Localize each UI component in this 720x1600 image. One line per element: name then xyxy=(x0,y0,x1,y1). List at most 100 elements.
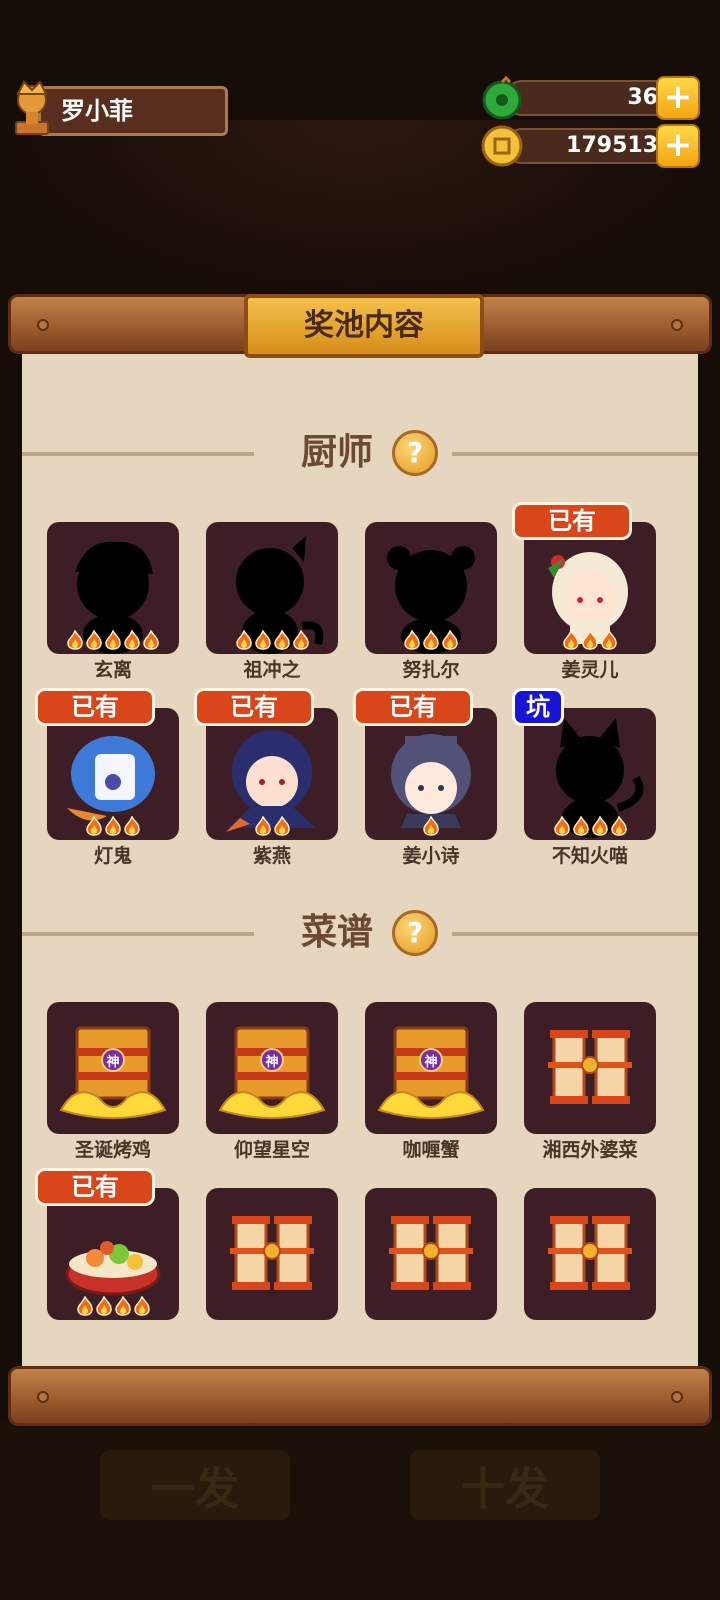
player-info[interactable]: 罗小菲 xyxy=(4,78,228,138)
single-draw-button-dimmed: 一发 xyxy=(100,1450,290,1520)
flame-star-icon xyxy=(610,816,627,836)
star-rating xyxy=(47,630,179,650)
flame-star-icon xyxy=(601,630,617,650)
recipe-card[interactable] xyxy=(365,1188,497,1320)
jade-icon xyxy=(482,76,522,120)
owned-badge: 已有 xyxy=(512,502,632,540)
card-frame xyxy=(365,1188,497,1320)
flame-star-icon xyxy=(86,816,102,836)
flame-star-icon xyxy=(273,630,290,650)
card-name: 姜小诗 xyxy=(402,845,460,867)
flame-star-icon xyxy=(423,816,439,836)
recipe-card[interactable]: 神咖喱蟹 xyxy=(365,1002,497,1161)
card-frame xyxy=(47,522,179,654)
recipe-card[interactable] xyxy=(206,1188,338,1320)
add-coin-button[interactable]: + xyxy=(656,124,700,168)
card-name: 咖喱蟹 xyxy=(402,1139,460,1161)
player-trophy-icon xyxy=(15,80,49,135)
scroll-rod-bottom xyxy=(8,1366,712,1426)
card-name: 湘西外婆菜 xyxy=(542,1139,638,1161)
recipe-card[interactable]: 神圣诞烤鸡 xyxy=(47,1002,179,1161)
chef-card[interactable]: 灯鬼 已有 xyxy=(35,688,179,867)
chef-section-title: 厨师 xyxy=(300,432,373,473)
star-rating xyxy=(206,630,338,650)
chef-card[interactable]: 祖冲之 xyxy=(206,522,338,681)
card-name: 仰望星空 xyxy=(233,1139,310,1161)
flame-star-icon xyxy=(254,630,271,650)
star-rating xyxy=(365,816,497,836)
flame-star-icon xyxy=(273,816,290,836)
owned-badge: 已有 xyxy=(35,1168,155,1206)
flame-star-icon xyxy=(124,816,140,836)
card-name: 灯鬼 xyxy=(93,845,132,867)
card-frame: 神 xyxy=(365,1002,497,1134)
star-rating xyxy=(47,1296,179,1316)
recipe-section-title: 菜谱 xyxy=(300,912,373,953)
recipe-card-art: 神 xyxy=(218,1026,326,1119)
recipe-card[interactable]: 湘西外婆菜 xyxy=(524,1002,656,1161)
flame-star-icon xyxy=(582,630,598,650)
divider xyxy=(22,452,254,456)
flame-star-icon xyxy=(95,1296,112,1316)
flame-star-icon xyxy=(124,630,140,650)
flame-star-icon xyxy=(292,630,309,650)
flame-star-icon xyxy=(572,816,589,836)
svg-text:神: 神 xyxy=(106,1054,119,1070)
divider xyxy=(452,932,698,936)
card-frame: 神 xyxy=(206,1002,338,1134)
recipe-card[interactable]: 已有 xyxy=(35,1168,179,1320)
pit-badge: 坑 xyxy=(512,688,564,726)
coin-amount: 179513 xyxy=(504,128,674,164)
flame-star-icon xyxy=(114,1296,131,1316)
owned-badge: 已有 xyxy=(194,688,314,726)
flame-star-icon xyxy=(133,1296,150,1316)
prize-pool-panel: 厨师 ? 玄离 祖冲之 努扎尔 姜灵儿 已有 灯鬼 已有 紫燕 已有 姜小诗 已有 不知火喵坑 菜谱 … xyxy=(22,352,698,1392)
chef-card[interactable]: 玄离 xyxy=(47,522,179,681)
recipe-card[interactable]: 神仰望星空 xyxy=(206,1002,338,1161)
owned-badge: 已有 xyxy=(353,688,473,726)
card-frame xyxy=(365,522,497,654)
recipe-card-art xyxy=(548,1216,632,1290)
flame-star-icon xyxy=(67,630,83,650)
chef-card[interactable]: 努扎尔 xyxy=(365,522,497,681)
card-frame xyxy=(47,708,179,840)
card-frame xyxy=(365,708,497,840)
coin-icon xyxy=(481,125,523,167)
nail xyxy=(671,319,683,331)
nail xyxy=(37,1391,49,1403)
card-name: 祖冲之 xyxy=(243,659,301,681)
owned-badge: 已有 xyxy=(35,688,155,726)
chef-section-header: 厨师 ? xyxy=(22,428,698,478)
recipe-card-art xyxy=(389,1216,473,1290)
card-frame xyxy=(524,522,656,654)
star-rating xyxy=(524,630,656,650)
add-jade-button[interactable]: + xyxy=(656,76,700,120)
jade-amount: 36 xyxy=(504,80,674,116)
chef-card[interactable]: 姜灵儿 已有 xyxy=(512,502,656,681)
flame-star-icon xyxy=(254,816,271,836)
svg-text:神: 神 xyxy=(424,1054,437,1070)
recipe-help-button[interactable]: ? xyxy=(392,910,438,956)
divider xyxy=(452,452,698,456)
chef-card[interactable]: 紫燕 已有 xyxy=(194,688,338,867)
recipe-card-art: 神 xyxy=(377,1026,485,1119)
coin-currency: 179513 + xyxy=(480,124,700,168)
recipe-card[interactable] xyxy=(524,1188,656,1320)
star-rating xyxy=(206,816,338,836)
card-frame xyxy=(524,1002,656,1134)
flame-star-icon xyxy=(442,630,458,650)
card-frame xyxy=(524,1188,656,1320)
chef-card[interactable]: 姜小诗 已有 xyxy=(353,688,497,867)
card-frame: 神 xyxy=(47,1002,179,1134)
card-frame xyxy=(206,708,338,840)
chef-card[interactable]: 不知火喵 坑 xyxy=(512,688,656,867)
chef-help-button[interactable]: ? xyxy=(392,430,438,476)
player-name: 罗小菲 xyxy=(38,86,228,136)
recipe-card-art xyxy=(548,1030,632,1104)
card-frame xyxy=(47,1188,179,1320)
card-name: 玄离 xyxy=(93,659,132,681)
nail xyxy=(671,1391,683,1403)
card-frame xyxy=(524,708,656,840)
svg-text:神: 神 xyxy=(265,1054,278,1070)
flame-star-icon xyxy=(563,630,579,650)
